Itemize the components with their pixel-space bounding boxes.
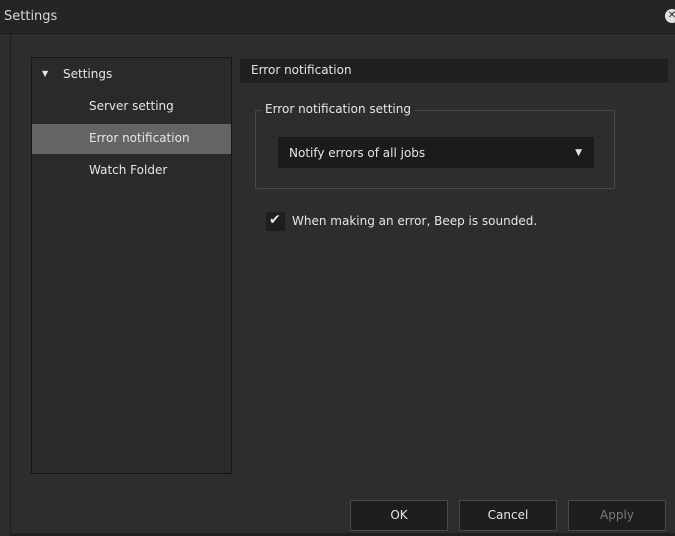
dialog-border xyxy=(10,34,11,536)
groupbox-title: Error notification setting xyxy=(262,102,414,116)
tree-item-label: Watch Folder xyxy=(89,163,168,177)
tree-item-server-setting[interactable]: Server setting xyxy=(32,92,231,122)
title-bar: Settings ✕ xyxy=(0,0,675,34)
chevron-down-icon[interactable]: ▼ xyxy=(575,148,582,158)
cancel-button[interactable]: Cancel xyxy=(459,500,557,531)
beep-checkbox[interactable]: ✔ xyxy=(266,212,285,231)
dropdown-value: Notify errors of all jobs xyxy=(289,146,426,160)
tree-item-label: Server setting xyxy=(89,99,174,113)
expand-arrow-icon[interactable]: ▼ xyxy=(42,69,48,78)
apply-button[interactable]: Apply xyxy=(568,500,666,531)
beep-checkbox-label[interactable]: When making an error, Beep is sounded. xyxy=(292,214,537,228)
ok-button[interactable]: OK xyxy=(350,500,448,531)
close-icon[interactable]: ✕ xyxy=(665,9,675,23)
tree-item-label: Error notification xyxy=(89,131,190,145)
checkmark-icon: ✔ xyxy=(269,212,281,228)
notify-errors-dropdown[interactable]: Notify errors of all jobs ▼ xyxy=(278,137,594,168)
tree-item-watch-folder[interactable]: Watch Folder xyxy=(32,156,231,186)
tree-item-error-notification[interactable]: Error notification xyxy=(32,124,231,154)
section-header: Error notification xyxy=(240,59,668,83)
settings-tree: ▼ Settings Server setting Error notifica… xyxy=(31,57,232,474)
window-title: Settings xyxy=(4,9,58,24)
settings-dialog: Settings ✕ ▼ Settings Server setting Err… xyxy=(0,0,675,536)
tree-root-settings[interactable]: ▼ Settings xyxy=(32,64,231,86)
section-title: Error notification xyxy=(251,63,352,77)
tree-root-label: Settings xyxy=(63,67,113,81)
